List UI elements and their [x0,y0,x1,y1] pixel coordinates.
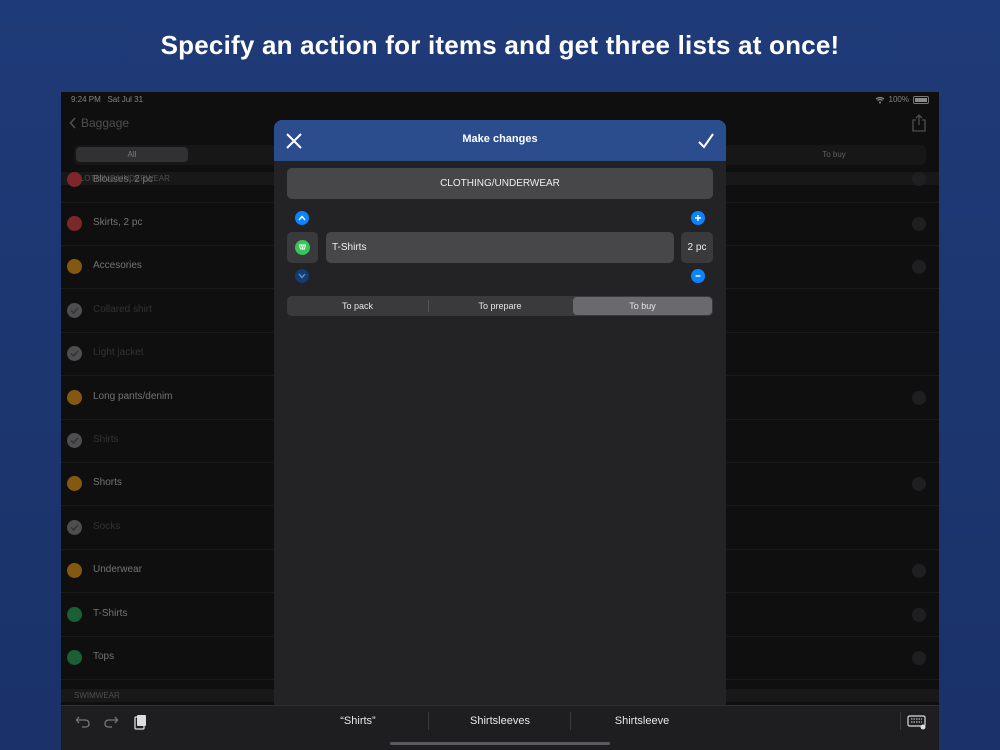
item-icon-button[interactable] [287,232,318,263]
action-to-buy[interactable]: To buy [573,297,712,315]
action-to-prepare[interactable]: To prepare [429,296,571,316]
suggestion-1[interactable]: “Shirts” [288,715,428,727]
chevron-down-icon [298,273,306,279]
shopping-icon [295,240,310,255]
suggestion-divider [570,712,571,730]
minus-icon [695,275,701,277]
redo-icon[interactable] [103,714,119,730]
category-selector[interactable]: CLOTHING/UNDERWEAR [287,168,713,199]
suggestion-divider [428,712,429,730]
home-indicator [390,742,610,745]
decrease-quantity-button[interactable] [691,269,705,283]
keyboard-dismiss-icon[interactable] [907,714,927,730]
undo-icon[interactable] [75,714,91,730]
headline: Specify an action for items and get thre… [160,30,840,60]
increase-quantity-button[interactable] [691,211,705,225]
checkmark-icon[interactable] [696,131,716,151]
ipad-screen: 9:24 PM Sat Jul 31 100% Baggage All To b… [61,92,939,750]
move-down-button[interactable] [295,269,309,283]
item-name-field[interactable]: T-Shirts [326,232,674,263]
action-segmented-control: To pack To prepare To buy [287,296,713,316]
move-up-button[interactable] [295,211,309,225]
action-to-pack[interactable]: To pack [287,296,428,316]
make-changes-modal: Make changes CLOTHING/UNDERWEAR T-Shirts… [274,120,726,750]
modal-title: Make changes [462,133,538,145]
keyboard-shortcut-bar: “Shirts” Shirtsleeves Shirtsleeve [61,705,939,750]
toolbar-divider [900,712,901,730]
chevron-up-icon [298,215,306,221]
modal-header: Make changes [274,120,726,161]
suggestion-2[interactable]: Shirtsleeves [430,715,570,727]
suggestion-3[interactable]: Shirtsleeve [572,715,712,727]
paste-icon[interactable] [132,714,148,730]
plus-icon [695,215,701,221]
quantity-field[interactable]: 2 pc [681,232,713,263]
